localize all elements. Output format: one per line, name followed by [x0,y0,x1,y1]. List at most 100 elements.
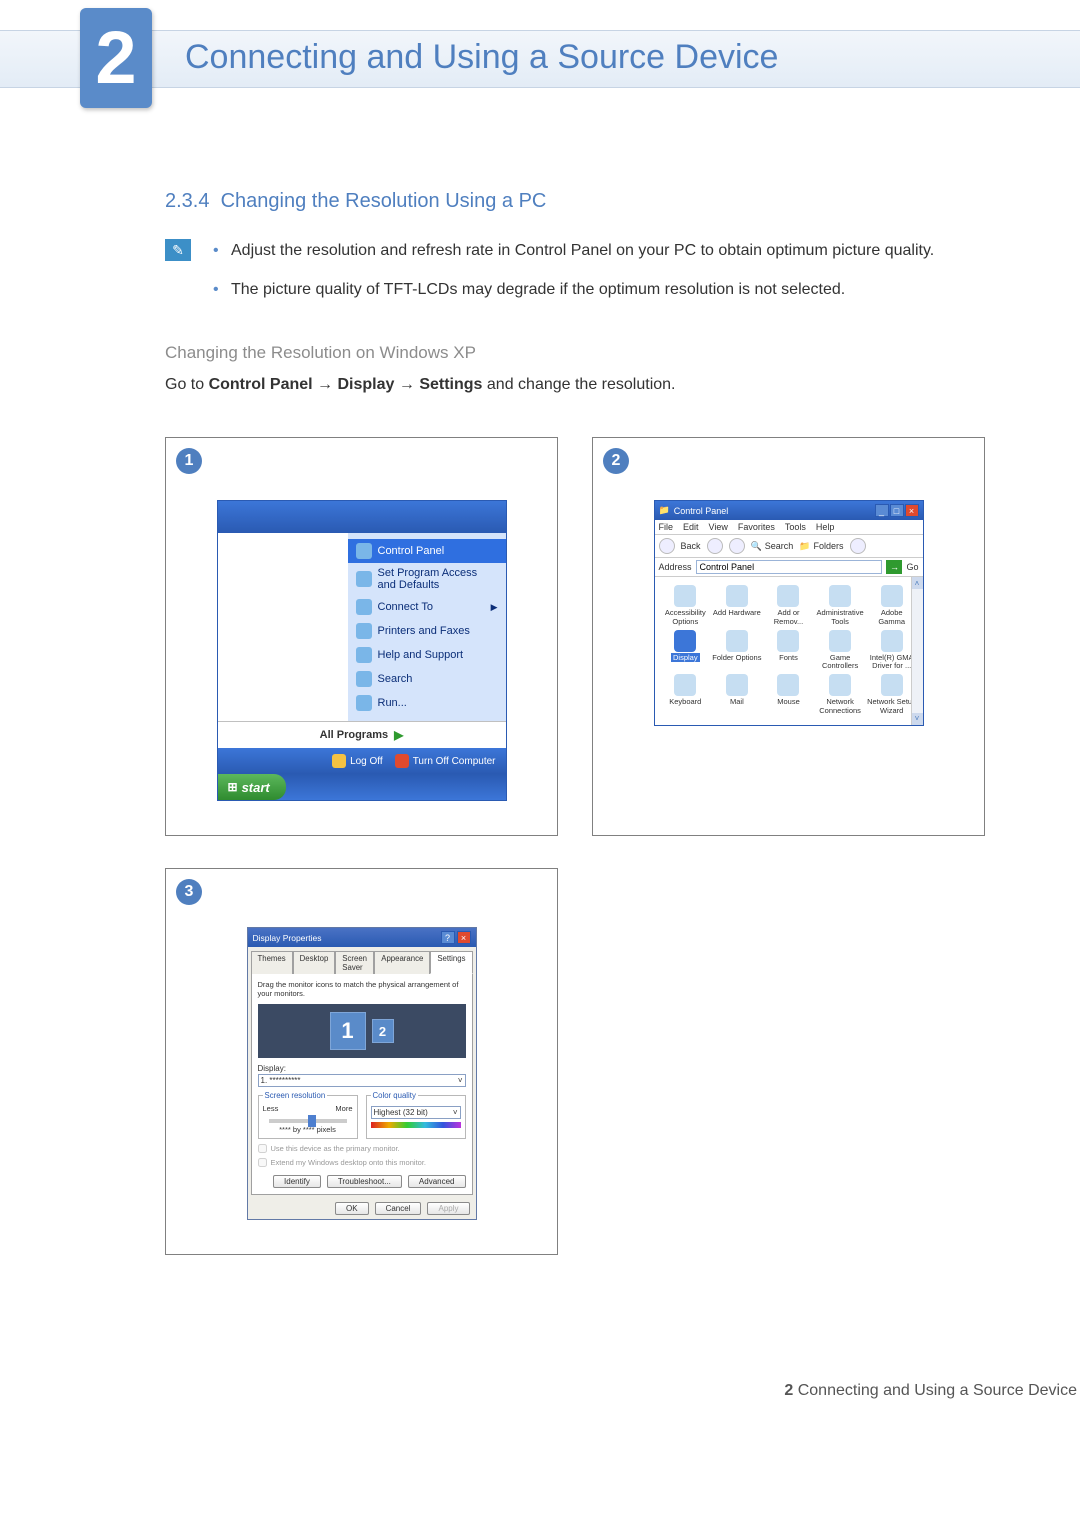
forward-button-icon[interactable] [707,538,723,554]
control-panel-item[interactable]: Keyboard [661,674,711,715]
control-panel-item[interactable]: Administrative Tools [815,585,865,626]
display-label: Display: [258,1064,466,1073]
control-panel-item[interactable]: Game Controllers [815,630,865,671]
back-button[interactable]: Back [681,541,701,551]
control-panel-item[interactable]: Mouse [764,674,814,715]
troubleshoot-button[interactable]: Troubleshoot... [327,1175,402,1188]
xp-start-right-column: Control Panel Set Program Access and Def… [348,533,506,721]
subheading: Changing the Resolution on Windows XP [165,343,985,363]
cp-item-icon [881,674,903,696]
resolution-slider[interactable] [269,1119,347,1123]
cp-item-label: Mouse [777,697,800,706]
advanced-button[interactable]: Advanced [408,1175,466,1188]
tab-screen-saver[interactable]: Screen Saver [335,951,374,974]
scroll-down-icon[interactable]: ˅ [912,713,923,725]
control-panel-item[interactable]: Accessibility Options [661,585,711,626]
menu-view[interactable]: View [709,522,728,532]
maximize-button[interactable]: □ [890,504,904,517]
submenu-arrow-icon: ▶ [491,602,498,613]
cp-item-icon [829,630,851,652]
control-panel-item[interactable]: Network Connections [815,674,865,715]
control-panel-item[interactable]: Adobe Gamma [867,585,917,626]
address-input[interactable] [696,560,883,574]
extend-desktop-checkbox[interactable]: Extend my Windows desktop onto this moni… [258,1158,466,1167]
search-icon [356,671,372,687]
all-programs-button[interactable]: All Programs▶ [218,721,506,748]
section-title: Changing the Resolution Using a PC [221,190,547,212]
help-button[interactable]: ? [441,931,455,944]
note-icon [165,239,191,261]
cp-item-icon [726,674,748,696]
folders-button[interactable]: 📁 Folders [799,541,843,552]
page-content: 2.3.4 Changing the Resolution Using a PC… [0,130,1080,1440]
start-item-printers[interactable]: Printers and Faxes [348,619,506,643]
start-item-help[interactable]: Help and Support [348,643,506,667]
toolbar: Back 🔍 Search 📁 Folders [655,535,923,558]
back-button-icon[interactable] [659,538,675,554]
section-number: 2.3.4 [165,190,209,212]
start-item-control-panel[interactable]: Control Panel [348,539,506,563]
apply-button[interactable]: Apply [427,1202,469,1215]
up-button-icon[interactable] [729,538,745,554]
slider-thumb[interactable] [308,1115,316,1127]
start-item-program-access[interactable]: Set Program Access and Defaults [348,563,506,595]
display-select[interactable]: 1. **********˅ [258,1074,466,1087]
close-button[interactable]: × [457,931,471,944]
dialog-tabs: ThemesDesktopScreen SaverAppearanceSetti… [248,947,476,973]
cp-item-icon [777,585,799,607]
screenshot-row-2: 3 Display Properties ? × ThemesDesktopSc… [165,868,985,1255]
minimize-button[interactable]: _ [875,504,889,517]
settings-hint: Drag the monitor icons to match the phys… [258,980,466,998]
chevron-down-icon: ˅ [453,1108,458,1117]
display-properties-dialog: Display Properties ? × ThemesDesktopScre… [247,927,477,1220]
cp-item-label: Accessibility Options [665,608,706,625]
log-off-button[interactable]: Log Off [332,754,383,768]
scroll-up-icon[interactable]: ˄ [912,577,923,589]
power-icon [395,754,409,768]
control-panel-item[interactable]: Intel(R) GMA Driver for ... [867,630,917,671]
tab-appearance[interactable]: Appearance [374,951,430,974]
monitor-layout[interactable]: 1 2 [258,1004,466,1058]
start-item-connect-to[interactable]: Connect To▶ [348,595,506,619]
identify-button[interactable]: Identify [273,1175,321,1188]
control-panel-item[interactable]: Folder Options [712,630,762,671]
monitor-2-icon[interactable]: 2 [372,1019,394,1043]
menu-file[interactable]: File [659,522,674,532]
cp-item-label: Network Setup Wizard [867,697,916,714]
scrollbar[interactable]: ˄ ˅ [911,577,923,725]
cp-item-icon [881,585,903,607]
cp-item-label: Add or Remov... [774,608,803,625]
window-title: Control Panel [674,506,729,516]
control-panel-item[interactable]: Network Setup Wizard [867,674,917,715]
color-quality-select[interactable]: Highest (32 bit)˅ [371,1106,461,1119]
menu-edit[interactable]: Edit [683,522,699,532]
cancel-button[interactable]: Cancel [375,1202,422,1215]
primary-monitor-checkbox[interactable]: Use this device as the primary monitor. [258,1144,466,1153]
tab-desktop[interactable]: Desktop [293,951,336,974]
start-button[interactable]: start [218,774,286,800]
screenshot-2-box: 2 📁 Control Panel _ □ × File Edit View F… [592,437,985,836]
close-button[interactable]: × [905,504,919,517]
tab-settings[interactable]: Settings [430,951,472,974]
menu-favorites[interactable]: Favorites [738,522,775,532]
dialog-titlebar: Display Properties ? × [248,928,476,947]
control-panel-item[interactable]: Add or Remov... [764,585,814,626]
control-panel-item[interactable]: Fonts [764,630,814,671]
control-panel-item[interactable]: Mail [712,674,762,715]
tab-themes[interactable]: Themes [251,951,293,974]
turn-off-button[interactable]: Turn Off Computer [395,754,496,768]
control-panel-item[interactable]: Display [661,630,711,671]
go-button[interactable]: → [886,560,902,574]
start-item-search[interactable]: Search [348,667,506,691]
cp-item-icon [726,585,748,607]
control-panel-item[interactable]: Add Hardware [712,585,762,626]
views-button-icon[interactable] [850,538,866,554]
ok-button[interactable]: OK [335,1202,369,1215]
search-button[interactable]: 🔍 Search [751,541,794,552]
start-item-run[interactable]: Run... [348,691,506,715]
menu-tools[interactable]: Tools [785,522,806,532]
screenshot-row: 1 Control Panel Set Program Access and D… [165,437,985,836]
menu-help[interactable]: Help [816,522,835,532]
help-icon [356,647,372,663]
monitor-1-icon[interactable]: 1 [330,1012,366,1050]
